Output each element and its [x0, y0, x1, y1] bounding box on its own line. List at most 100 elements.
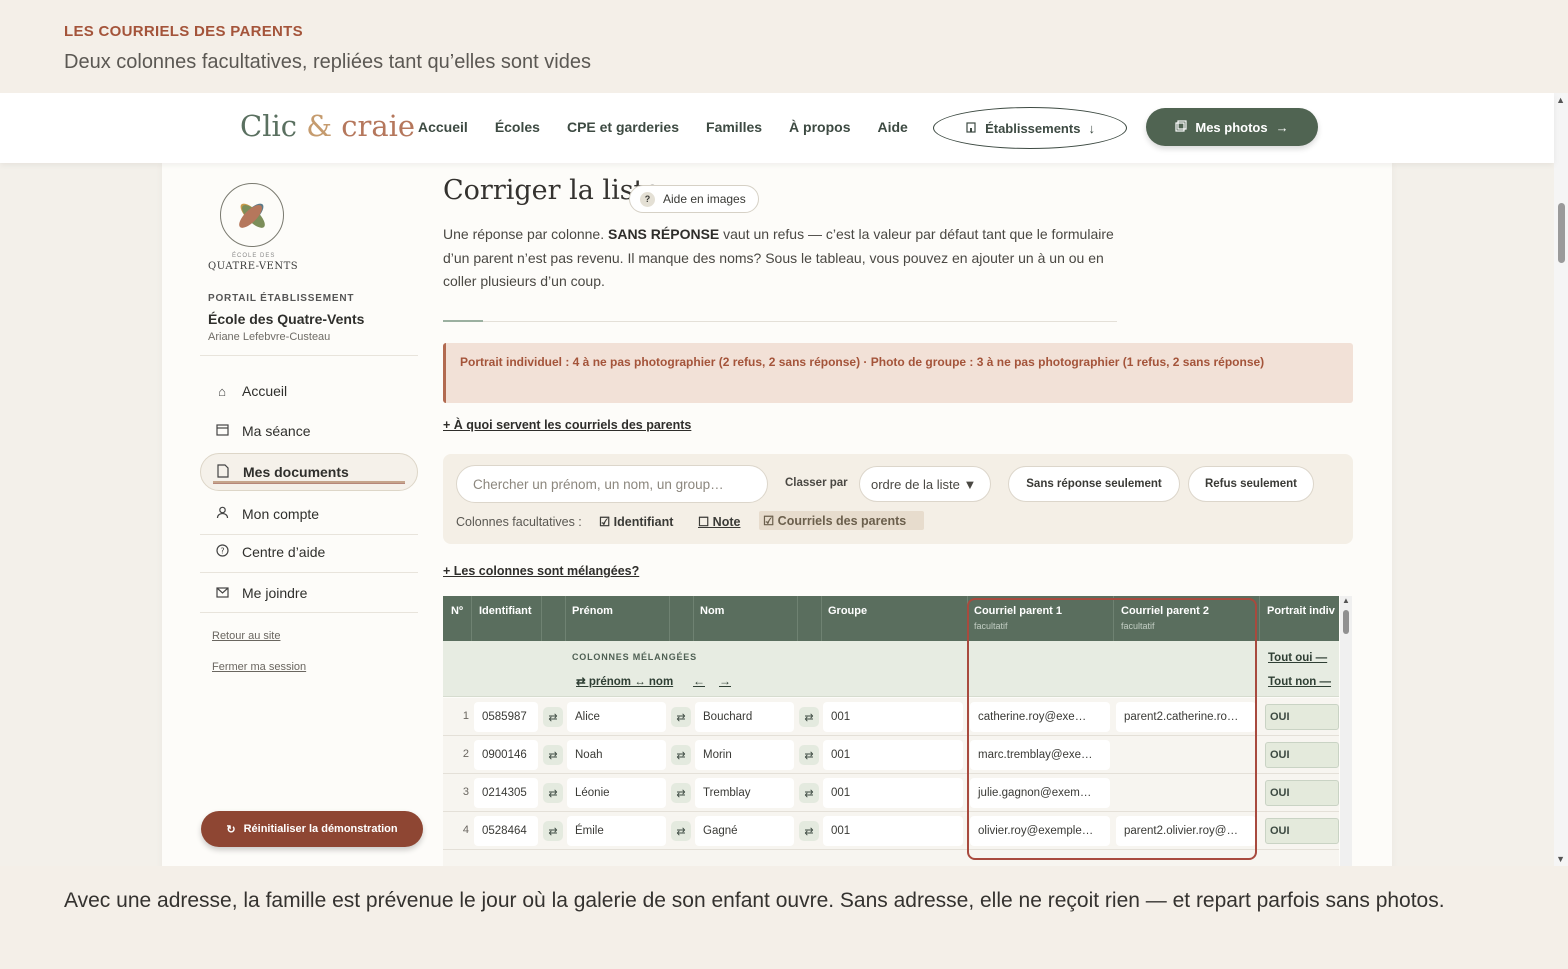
- tout-non-button[interactable]: Tout non —: [1268, 676, 1331, 688]
- etablissements-button[interactable]: Établissements ↓: [933, 107, 1127, 149]
- shift-left-button[interactable]: ←: [693, 674, 705, 688]
- swap-icon[interactable]: ⇄: [799, 821, 819, 841]
- page-scroll-thumb[interactable]: [1558, 203, 1565, 263]
- sidebar-item-aide[interactable]: ? Centre d’aide: [200, 533, 418, 571]
- cell-nom[interactable]: Gagné: [695, 816, 794, 846]
- refresh-icon: ↻: [226, 823, 236, 836]
- filter-refus-chip[interactable]: Refus seulement: [1188, 466, 1314, 502]
- cell-identifiant[interactable]: 0585987: [474, 702, 538, 732]
- site-logo[interactable]: Clic & craie: [240, 109, 415, 143]
- sidebar-divider: [200, 612, 418, 613]
- content-card: ÉCOLE DES QUATRE-VENTS PORTAIL ÉTABLISSE…: [162, 163, 1392, 866]
- swap-icon[interactable]: ⇄: [671, 783, 691, 803]
- tout-oui-button[interactable]: Tout oui —: [1268, 652, 1327, 664]
- cell-groupe[interactable]: 001: [823, 778, 963, 808]
- cell-prenom[interactable]: Alice: [567, 702, 666, 732]
- cell-groupe[interactable]: 001: [823, 740, 963, 770]
- sidebar-item-label: Ma séance: [242, 423, 311, 439]
- portrait-select[interactable]: OUI: [1265, 780, 1339, 806]
- cell-prenom[interactable]: Noah: [567, 740, 666, 770]
- page-title: Corriger la liste: [443, 175, 661, 206]
- nav-link-aide[interactable]: Aide: [878, 119, 908, 135]
- cell-groupe[interactable]: 001: [823, 702, 963, 732]
- nav-links: Accueil Écoles CPE et garderies Familles…: [418, 119, 935, 135]
- cell-nom[interactable]: Bouchard: [695, 702, 794, 732]
- logout-link[interactable]: Fermer ma session: [212, 661, 306, 673]
- school-logo: [220, 183, 284, 247]
- divider-accent: [443, 320, 483, 322]
- arrow-right-icon: →: [1275, 119, 1289, 135]
- nav-link-familles[interactable]: Familles: [706, 119, 762, 135]
- back-to-site-link[interactable]: Retour au site: [212, 630, 280, 642]
- sidebar-item-joindre[interactable]: Me joindre: [200, 574, 418, 612]
- swap-icon[interactable]: ⇄: [543, 821, 563, 841]
- mes-photos-button[interactable]: Mes photos →: [1146, 108, 1318, 146]
- caption-subtitle: Deux colonnes facultatives, repliées tan…: [64, 51, 591, 73]
- toggle-mixed-columns[interactable]: + Les colonnes sont mélangées?: [443, 564, 639, 578]
- sidebar-item-accueil[interactable]: ⌂ Accueil: [200, 372, 418, 410]
- swap-icon[interactable]: ⇄: [799, 745, 819, 765]
- swap-icon[interactable]: ⇄: [543, 783, 563, 803]
- browser-viewport: Clic & craie Accueil Écoles CPE et garde…: [0, 93, 1568, 866]
- swap-icon[interactable]: ⇄: [671, 821, 691, 841]
- cell-identifiant[interactable]: 0528464: [474, 816, 538, 846]
- cell-identifiant[interactable]: 0900146: [474, 740, 538, 770]
- school-name: École des Quatre-Vents: [208, 311, 365, 327]
- swap-icon[interactable]: ⇄: [671, 707, 691, 727]
- cell-identifiant[interactable]: 0214305: [474, 778, 538, 808]
- page-scrollbar[interactable]: ▲ ▼: [1554, 93, 1568, 866]
- shift-right-button[interactable]: →: [719, 674, 731, 688]
- summary-alert: Portrait individuel : 4 à ne pas photogr…: [443, 343, 1353, 403]
- swap-icon[interactable]: ⇄: [543, 745, 563, 765]
- scroll-up-icon[interactable]: ▲: [1556, 95, 1565, 105]
- svg-text:?: ?: [220, 547, 224, 556]
- swap-prenom-nom-button[interactable]: ⇄ prénom ↔ nom: [576, 674, 673, 688]
- caption-explanation: Avec une adresse, la famille est prévenu…: [64, 889, 1445, 912]
- toggle-note[interactable]: ☐ Note: [698, 514, 740, 529]
- caption-footer: Avec une adresse, la famille est prévenu…: [0, 866, 1568, 969]
- cell-prenom[interactable]: Léonie: [567, 778, 666, 808]
- sidebar-item-compte[interactable]: Mon compte: [200, 495, 418, 533]
- col-num: Nº: [451, 605, 463, 617]
- swap-icon[interactable]: ⇄: [671, 745, 691, 765]
- swap-icon[interactable]: ⇄: [799, 707, 819, 727]
- divider: [483, 321, 1117, 322]
- table-scrollbar[interactable]: ▲: [1340, 596, 1352, 866]
- table-scroll-thumb[interactable]: [1343, 610, 1349, 634]
- nav-link-apropos[interactable]: À propos: [789, 119, 850, 135]
- nav-link-cpe[interactable]: CPE et garderies: [567, 119, 679, 135]
- sidebar-item-label: Mes documents: [243, 464, 349, 480]
- cell-nom[interactable]: Morin: [695, 740, 794, 770]
- calendar-icon: [214, 423, 230, 439]
- nav-link-accueil[interactable]: Accueil: [418, 119, 468, 135]
- question-icon: ?: [640, 191, 655, 207]
- nav-link-ecoles[interactable]: Écoles: [495, 119, 540, 135]
- portrait-select[interactable]: OUI: [1265, 742, 1339, 768]
- toggle-identifiant[interactable]: ☑ Identifiant: [599, 514, 673, 529]
- cell-nom[interactable]: Tremblay: [695, 778, 794, 808]
- col-identifiant: Identifiant: [479, 605, 532, 617]
- sidebar-divider: [200, 355, 418, 356]
- sidebar-item-documents[interactable]: Mes documents: [200, 453, 418, 491]
- cell-prenom[interactable]: Émile: [567, 816, 666, 846]
- search-input[interactable]: Chercher un prénom, un nom, un group…: [456, 465, 768, 503]
- scroll-down-icon[interactable]: ▼: [1556, 854, 1565, 864]
- reset-demo-button[interactable]: ↻ Réinitialiser la démonstration: [201, 811, 423, 847]
- mixed-columns-kicker: COLONNES MÉLANGÉES: [572, 652, 697, 662]
- portrait-select[interactable]: OUI: [1265, 818, 1339, 844]
- sidebar-item-seance[interactable]: Ma séance: [200, 412, 418, 450]
- toggle-emails-info[interactable]: + À quoi servent les courriels des paren…: [443, 418, 691, 432]
- mail-icon: [214, 586, 230, 601]
- cell-groupe[interactable]: 001: [823, 816, 963, 846]
- filter-no-answer-chip[interactable]: Sans réponse seulement: [1008, 466, 1180, 502]
- swap-icon[interactable]: ⇄: [799, 783, 819, 803]
- swap-icon[interactable]: ⇄: [543, 707, 563, 727]
- sidebar-item-label: Mon compte: [242, 506, 320, 522]
- filters-panel: Chercher un prénom, un nom, un group… Cl…: [443, 454, 1353, 544]
- sort-label: Classer par: [785, 477, 848, 489]
- sort-select[interactable]: ordre de la liste ▼: [859, 466, 991, 502]
- help-images-button[interactable]: ? Aide en images: [629, 185, 759, 213]
- email-columns-highlight: [967, 598, 1257, 860]
- toggle-courriels[interactable]: ☑ Courriels des parents: [759, 511, 925, 530]
- portrait-select[interactable]: OUI: [1265, 704, 1339, 730]
